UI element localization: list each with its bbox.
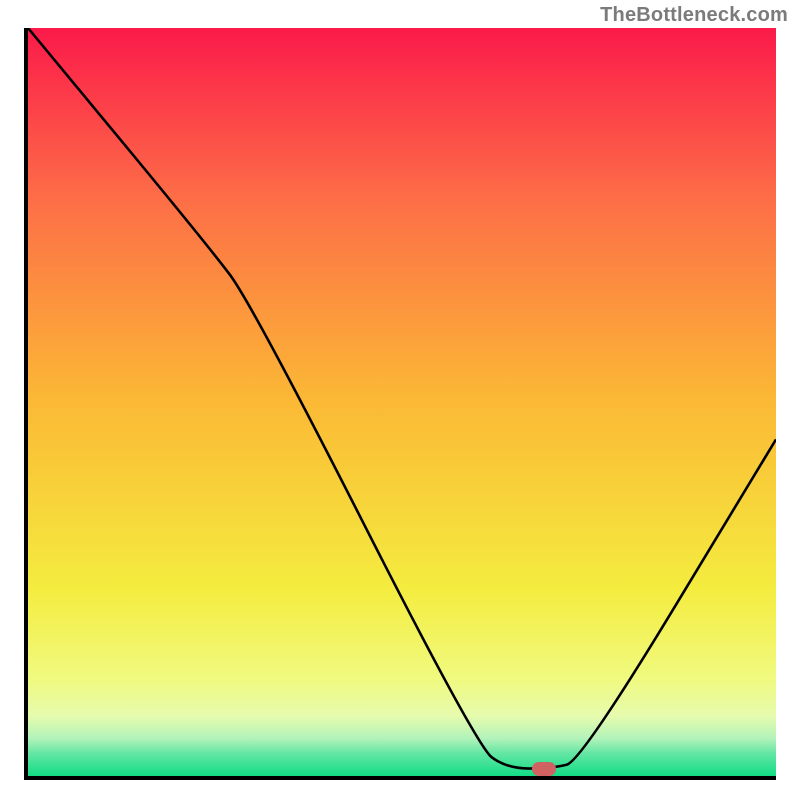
plot-area: [24, 28, 776, 780]
chart-container: TheBottleneck.com: [0, 0, 800, 800]
watermark-label: TheBottleneck.com: [600, 4, 788, 27]
curve-line: [28, 28, 776, 776]
value-marker: [532, 762, 556, 776]
